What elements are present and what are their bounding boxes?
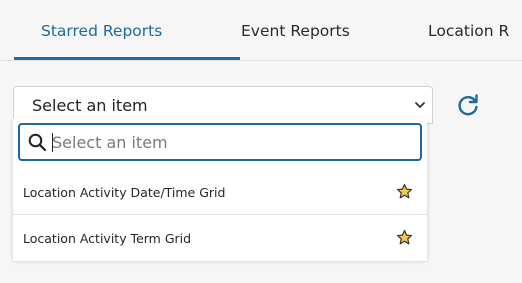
tabs-divider bbox=[0, 60, 522, 61]
tab-location-reports[interactable]: Location R bbox=[428, 22, 509, 40]
reports-page: Starred Reports Event Reports Location R… bbox=[0, 0, 522, 283]
search-box[interactable] bbox=[18, 123, 422, 161]
search-icon bbox=[28, 133, 47, 152]
list-item-label: Location Activity Date/Time Grid bbox=[23, 185, 226, 200]
star-icon[interactable] bbox=[396, 229, 413, 246]
refresh-icon[interactable] bbox=[455, 92, 481, 118]
report-tabs: Starred Reports Event Reports Location R bbox=[0, 0, 522, 61]
search-input[interactable] bbox=[52, 129, 412, 155]
select-dropdown: Location Activity Date/Time Grid Locatio… bbox=[13, 118, 427, 261]
list-item[interactable]: Location Activity Term Grid bbox=[13, 215, 427, 261]
list-item-label: Location Activity Term Grid bbox=[23, 231, 192, 246]
text-caret bbox=[52, 133, 53, 152]
select-value: Select an item bbox=[32, 96, 148, 115]
list-item[interactable]: Location Activity Date/Time Grid bbox=[13, 169, 427, 215]
chevron-down-icon bbox=[415, 102, 425, 108]
star-icon[interactable] bbox=[396, 183, 413, 200]
tab-event-reports[interactable]: Event Reports bbox=[241, 22, 350, 40]
tab-starred-reports[interactable]: Starred Reports bbox=[41, 22, 162, 40]
